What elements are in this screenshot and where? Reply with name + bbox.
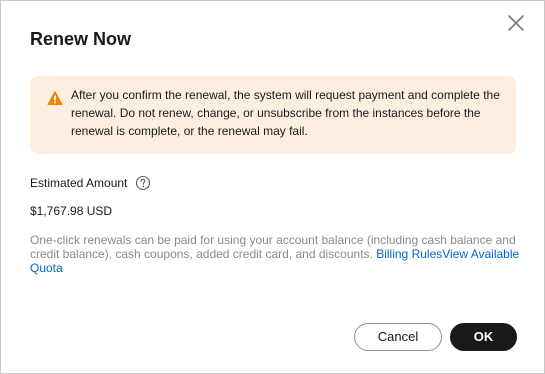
billing-rules-link[interactable]: Billing Rules <box>376 247 442 261</box>
ok-button[interactable]: OK <box>450 323 517 351</box>
cancel-button[interactable]: Cancel <box>354 323 442 351</box>
dialog-title: Renew Now <box>30 29 132 49</box>
warning-alert: After you confirm the renewal, the syste… <box>30 76 516 154</box>
estimated-amount-value: $1,767.98 USD <box>30 204 113 218</box>
renew-dialog: Renew Now After you confirm the renewal,… <box>0 0 545 374</box>
close-icon[interactable] <box>505 12 527 34</box>
warning-icon <box>47 90 63 106</box>
help-icon[interactable] <box>135 175 151 191</box>
alert-message: After you confirm the renewal, the syste… <box>71 88 500 138</box>
estimated-amount-label: Estimated Amount <box>30 176 128 190</box>
payment-description: One-click renewals can be paid for using… <box>30 233 522 275</box>
